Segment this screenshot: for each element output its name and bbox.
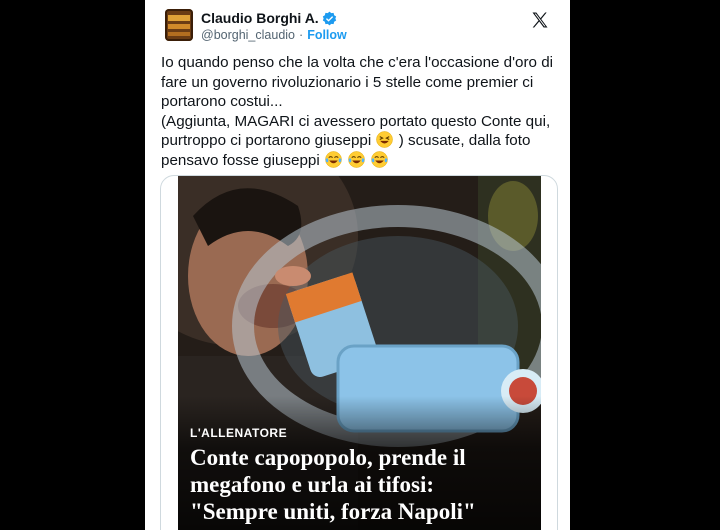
tweet-text-line: (Aggiunta, MAGARI ci avessero portato qu…: [161, 112, 551, 130]
tweet-text-segment: pensavo fosse giuseppi: [161, 151, 320, 169]
author-name[interactable]: Claudio Borghi A.: [201, 10, 319, 26]
tweet-text: Io quando penso che la volta che c'era l…: [161, 53, 561, 170]
tweet-text-line: fare un governo rivoluzionario i 5 stell…: [161, 73, 534, 91]
face-with-tears-of-joy-emoji: [348, 150, 366, 168]
face-with-tears-of-joy-emoji: [324, 150, 342, 168]
media-card[interactable]: L'ALLENATORE Conte capopopolo, prende il…: [160, 175, 558, 530]
tweet-card[interactable]: Claudio Borghi A. @borghi_claudio · Foll…: [145, 0, 570, 530]
tweet-text-line-with-emoji: pensavo fosse giuseppi: [161, 150, 561, 171]
tweet-text-segment: ) scusate, dalla foto: [398, 132, 531, 149]
follow-button[interactable]: Follow: [307, 28, 347, 42]
headline-line: "Sempre uniti, forza Napoli": [190, 499, 476, 524]
tweet-text-line: portarono costui...: [161, 93, 283, 110]
tweet-text-line-with-emoji: purtroppo ci portarono giuseppi ) scusat…: [161, 131, 561, 151]
x-logo-icon[interactable]: [530, 10, 550, 30]
article-kicker: L'ALLENATORE: [190, 426, 288, 440]
verified-badge-icon: [322, 11, 336, 25]
author-handle[interactable]: @borghi_claudio: [201, 28, 295, 42]
article-headline: Conte capopopolo, prende il megafono e u…: [190, 444, 535, 525]
tweet-header: Claudio Borghi A. @borghi_claudio · Foll…: [161, 9, 558, 43]
headline-line: Conte capopopolo, prende il: [190, 445, 466, 470]
grinning-squinting-face-emoji: [376, 131, 394, 148]
news-photo[interactable]: L'ALLENATORE Conte capopopolo, prende il…: [178, 176, 541, 530]
avatar[interactable]: [165, 9, 193, 41]
author-name-row: Claudio Borghi A.: [201, 10, 337, 26]
tweet-text-segment: purtroppo ci portarono giuseppi: [161, 132, 372, 149]
tweet-text-line: Io quando penso che la volta che c'era l…: [161, 54, 554, 71]
headline-line: megafono e urla ai tifosi:: [190, 472, 435, 497]
separator-dot: ·: [299, 28, 304, 42]
handle-row: @borghi_claudio · Follow: [201, 28, 347, 42]
face-with-tears-of-joy-emoji: [371, 150, 389, 168]
